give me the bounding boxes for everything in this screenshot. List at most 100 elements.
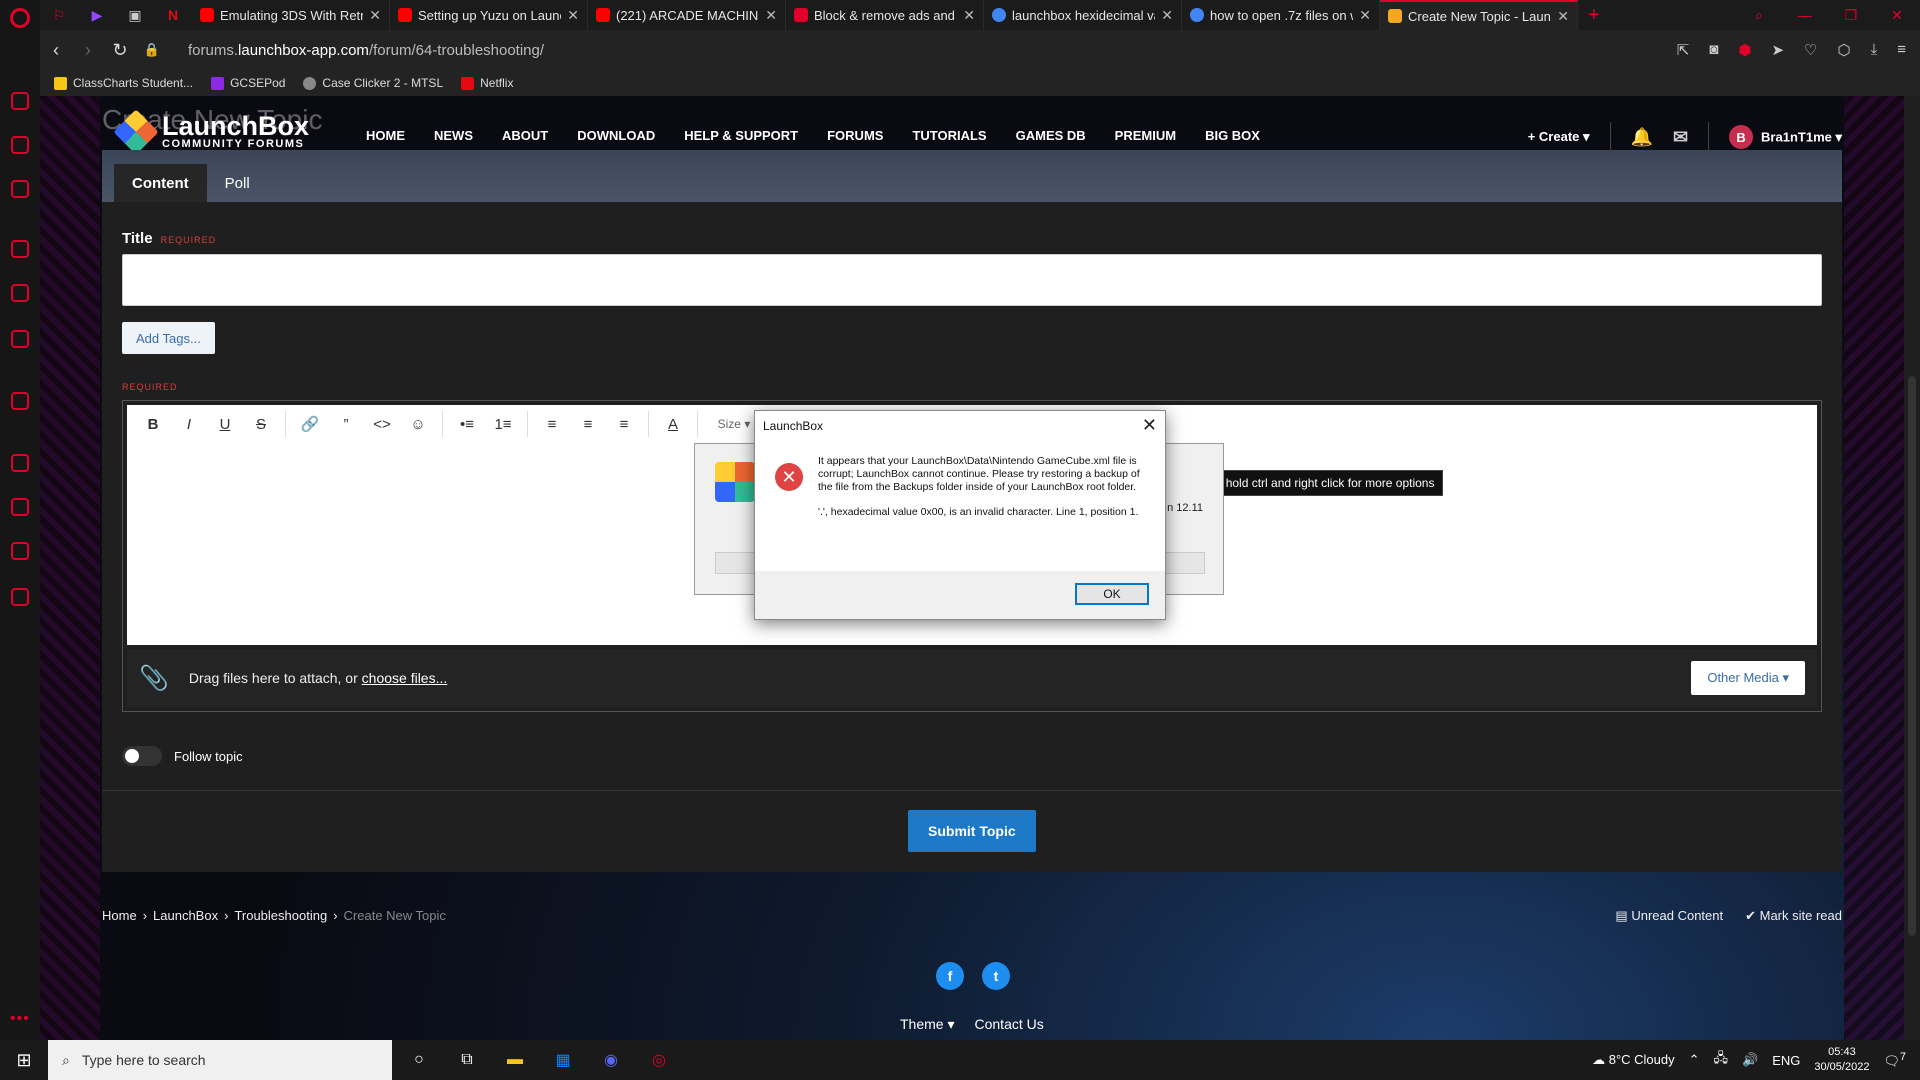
close-tab-icon[interactable]: ✕ [369,7,381,24]
crumb-troubleshooting[interactable]: Troubleshooting [234,908,327,923]
bookmark-netflix[interactable]: Netflix [461,76,513,90]
user-menu[interactable]: B Bra1nT1me ▾ [1729,125,1842,149]
camera-icon[interactable]: ◙ [1709,41,1718,59]
pinned-tab-game-icon[interactable]: ⚐ [40,0,78,30]
box-icon[interactable]: ⬡ [1837,41,1850,59]
language-indicator[interactable]: ENG [1772,1053,1800,1068]
menu-icon[interactable]: ≡ [1897,41,1906,59]
opera-logo-icon[interactable] [10,8,30,28]
title-input[interactable] [122,254,1822,306]
pinned-tab-netflix-icon[interactable]: N [154,0,192,30]
tab-2[interactable]: Setting up Yuzu on Launch ✕ [390,0,588,30]
emoji-icon[interactable]: ☺ [400,416,436,433]
back-icon[interactable]: ‹ [40,40,72,61]
choose-files-link[interactable]: choose files... [362,670,448,686]
close-tab-icon[interactable]: ✕ [765,7,777,24]
minimize-icon[interactable]: — [1782,0,1828,30]
more-icon[interactable]: ••• [10,1010,30,1028]
page-scrollbar[interactable] [1904,96,1920,1040]
mark-site-read-link[interactable]: ✔ Mark site read [1745,908,1842,924]
nav-premium[interactable]: PREMIUM [1115,128,1176,143]
bookmark-case-clicker[interactable]: Case Clicker 2 - MTSL [303,76,443,90]
theme-dropdown[interactable]: Theme ▾ [900,1016,955,1033]
bold-button[interactable]: B [135,416,171,433]
close-window-icon[interactable]: ✕ [1874,0,1920,30]
nav-forums[interactable]: FORUMS [827,128,883,143]
ok-button[interactable]: OK [1075,583,1149,605]
mail-icon[interactable]: ✉ [1673,127,1688,148]
font-color-icon[interactable]: A [655,416,691,433]
italic-button[interactable]: I [171,416,207,433]
tv-icon[interactable] [11,330,29,348]
store-icon[interactable]: ▦ [546,1043,580,1077]
crumb-launchbox[interactable]: LaunchBox [153,908,218,923]
speed-dial-icon[interactable] [11,92,29,110]
tab-6[interactable]: how to open .7z files on wi ✕ [1182,0,1380,30]
bookmark-gcsepod[interactable]: GCSEPod [211,76,285,90]
tab-content[interactable]: Content [114,164,207,202]
tab-poll[interactable]: Poll [207,164,268,202]
tab-1[interactable]: Emulating 3DS With Retroa ✕ [192,0,390,30]
share-icon[interactable]: ⇱ [1677,41,1690,59]
bag-icon[interactable] [11,136,29,154]
align-center-icon[interactable]: ≡ [570,416,606,433]
pinned-tab-twitch-icon[interactable]: ▶ [78,0,116,30]
chevron-up-icon[interactable]: ⌃ [1689,1052,1700,1068]
launchbox-logo[interactable]: LaunchBox COMMUNITY FORUMS [113,109,309,155]
adblock-icon[interactable]: ⬢ [1738,41,1751,59]
follow-toggle[interactable] [122,746,162,766]
url-field[interactable]: forums.launchbox-app.com/forum/64-troubl… [188,42,1677,59]
attachment-area[interactable]: 📎 Drag files here to attach, or choose f… [127,649,1817,707]
twitch-icon[interactable] [11,180,29,198]
close-tab-icon[interactable]: ✕ [567,7,579,24]
close-tab-icon[interactable]: ✕ [963,7,975,24]
opera-gx-icon[interactable]: ◎ [642,1043,676,1077]
strikethrough-button[interactable]: S [243,416,279,433]
forward-icon[interactable]: › [72,40,104,61]
tab-7-active[interactable]: Create New Topic - Launch ✕ [1380,0,1578,30]
crumb-home[interactable]: Home [102,908,137,923]
weather-widget[interactable]: ☁ 8°C Cloudy [1592,1052,1675,1068]
edit-icon[interactable] [11,454,29,472]
nav-tutorials[interactable]: TUTORIALS [912,128,986,143]
submit-topic-button[interactable]: Submit Topic [908,810,1036,852]
nav-home[interactable]: HOME [366,128,405,143]
contact-us-link[interactable]: Contact Us [975,1016,1044,1033]
settings-gear-icon[interactable] [11,588,29,606]
reload-icon[interactable]: ↻ [104,40,136,61]
nav-games-db[interactable]: GAMES DB [1016,128,1086,143]
bookmark-classcharts[interactable]: ClassCharts Student... [54,76,193,90]
whatsapp-icon[interactable] [11,240,29,258]
task-view-icon[interactable]: ⧉ [450,1043,484,1077]
bullet-list-icon[interactable]: •≡ [449,416,485,433]
unread-content-link[interactable]: ▤ Unread Content [1615,908,1723,924]
nav-news[interactable]: NEWS [434,128,473,143]
taskbar-search[interactable]: ⌕ Type here to search [48,1040,392,1080]
windows-start-icon[interactable]: ⊞ [0,1040,48,1080]
instagram-icon[interactable] [11,284,29,302]
heart-icon[interactable]: ♡ [1804,41,1817,59]
nav-download[interactable]: DOWNLOAD [577,128,655,143]
search-tabs-icon[interactable]: ⌕ [1736,0,1782,30]
extensions-icon[interactable] [11,542,29,560]
maximize-icon[interactable]: ❐ [1828,0,1874,30]
new-tab-button[interactable]: + [1578,4,1610,27]
link-icon[interactable]: 🔗 [292,415,328,433]
pinned-tab-app-icon[interactable]: ▣ [116,0,154,30]
bell-icon[interactable]: 🔔 [1631,127,1653,148]
nav-about[interactable]: ABOUT [502,128,548,143]
clock[interactable]: 05:43 30/05/2022 [1814,1045,1869,1075]
discord-icon[interactable]: ◉ [594,1043,628,1077]
nav-help-support[interactable]: HELP & SUPPORT [684,128,798,143]
facebook-icon[interactable]: f [936,962,964,990]
send-icon[interactable]: ➤ [1771,41,1784,59]
numbered-list-icon[interactable]: 1≡ [485,416,521,433]
close-icon[interactable]: ✕ [1142,415,1157,436]
underline-button[interactable]: U [207,416,243,433]
history-icon[interactable] [11,498,29,516]
scrollbar-thumb[interactable] [1908,376,1916,936]
nav-big-box[interactable]: BIG BOX [1205,128,1260,143]
network-icon[interactable]: 🖧 [1714,1049,1729,1071]
code-icon[interactable]: <> [364,416,400,433]
close-tab-icon[interactable]: ✕ [1359,7,1371,24]
